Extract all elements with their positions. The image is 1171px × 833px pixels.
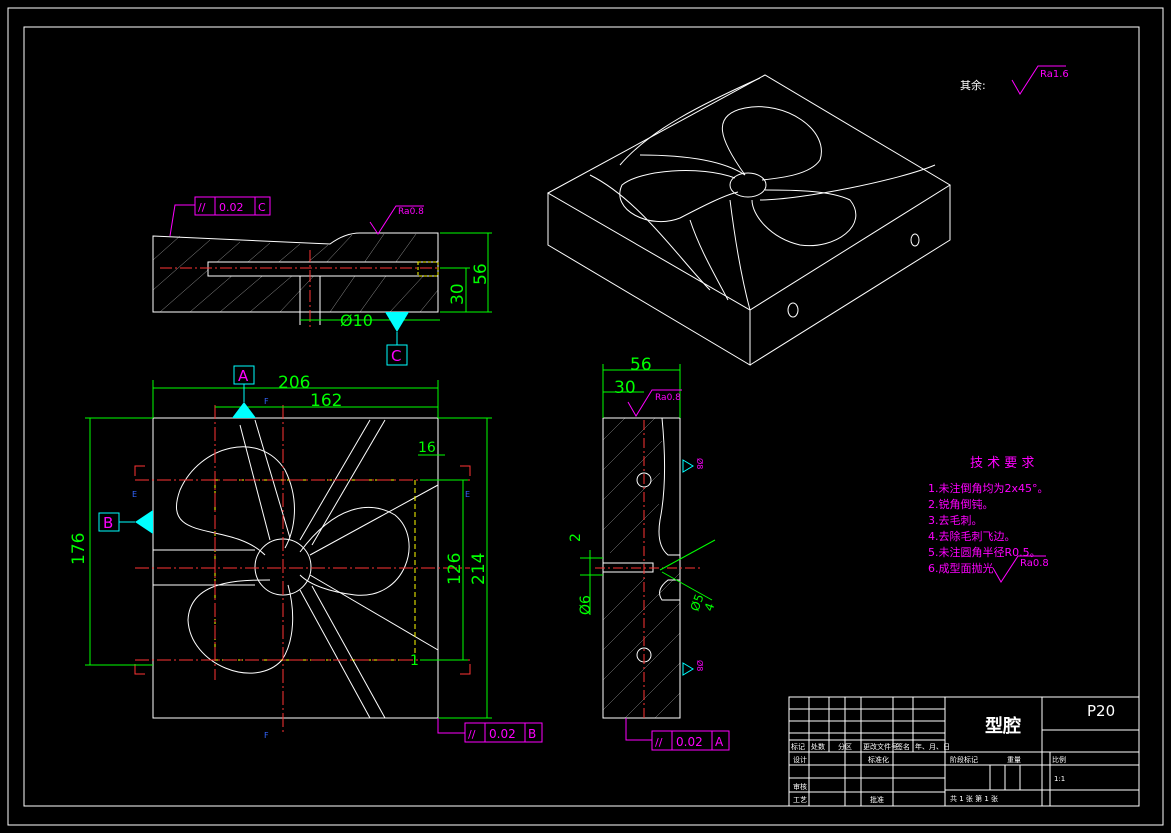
top-tol-value: 0.02 [219,201,244,214]
section-e-right: E [465,490,470,499]
front-datum-b: B [103,514,113,532]
tb-stage: 阶段标记 [950,755,978,764]
tech-item-5: 5.未注圆角半径R0.5。 [928,545,1041,559]
tech-item-1: 1.未注倒角均为2x45°。 [928,481,1049,495]
front-dim-1: 1 [410,653,419,669]
section-f-top: F [264,397,269,406]
front-dim-162: 162 [310,391,342,411]
top-datum-c: C [391,347,401,365]
inner-border [23,26,1140,807]
hdr-count: 处数 [811,742,825,751]
tech-item-4: 4.去除毛刺飞边。 [928,529,1016,543]
section-e-left: E [132,490,137,499]
hdr-sign: 签名 [896,742,910,751]
tb-review: 审核 [793,782,807,791]
front-tol-datum: B [528,727,536,741]
side-tol-value: 0.02 [676,735,703,749]
part-name: 型腔 [985,715,1021,737]
top-dim-56: 56 [471,263,491,285]
tb-scale-value: 1:1 [1054,775,1065,783]
tb-approve: 批准 [870,795,884,804]
tech-requirements: 技 术 要 求 1.未注倒角均为2x45°。 2.锐角倒钝。 3.去毛刺。 4.… [928,456,1049,583]
tech-roughness: Ra0.8 [1020,558,1049,569]
side-dim-d6: Ø6 [578,595,594,615]
front-dim-126: 126 [445,553,465,585]
side-view: 56 30 2 Ø6 Ø5 4 Ø8 Ø8 Ra0.8 // 0.02 A [568,355,730,751]
front-tol-symbol: // [468,728,476,741]
tech-title: 技 术 要 求 [970,456,1034,471]
roughness-default-value: Ra1.6 [1040,69,1069,80]
top-view: // 0.02 C Ra0.8 30 56 Ø10 C [152,196,492,366]
side-dim-56: 56 [630,355,652,375]
side-tol-symbol: // [655,736,663,749]
outer-border [7,7,1164,826]
tech-item-3: 3.去毛刺。 [928,514,983,527]
tb-process: 工艺 [793,796,807,804]
material: P20 [1087,702,1115,720]
front-datum-a: A [238,367,249,385]
default-roughness: 其余: Ra1.6 [960,65,1069,95]
top-dim-30: 30 [448,283,468,305]
top-dim-dia10: Ø10 [340,311,373,330]
top-tol-symbol: // [198,201,206,214]
tb-design: 设计 [793,755,807,764]
title-block: 型腔 P20 标记 处数 分区 更改文件号 签名 年、月、日 设计 标准化 阶段… [788,696,1140,807]
front-dim-214: 214 [469,553,489,585]
tb-standardize: 标准化 [868,755,889,764]
tb-sheets: 共 1 张 第 1 张 [950,794,998,803]
tech-item-6: 6.成型面抛光 [928,561,994,575]
hdr-zone: 分区 [838,742,852,751]
hdr-mark: 标记 [791,742,805,751]
isometric-view [546,74,951,366]
section-f-bottom: F [264,731,269,740]
side-dim-d8b: Ø8 [695,660,705,671]
side-dim-30: 30 [614,378,636,398]
side-dim-4: 4 [702,601,718,613]
hdr-change: 更改文件号 [863,742,898,751]
tb-weight: 重量 [1007,756,1021,764]
roughness-top: Ra0.8 [398,207,424,217]
tech-item-2: 2.锐角倒钝。 [928,497,994,511]
front-tol-value: 0.02 [489,727,516,741]
top-tol-datum: C [258,201,266,214]
side-dim-d8a: Ø8 [695,458,705,469]
front-dim-206: 206 [278,373,310,393]
tb-scale-label: 比例 [1052,755,1066,764]
cad-drawing-sheet: 其余: Ra1.6 // 0.02 C Ra0.8 30 56 Ø10 C E … [7,7,1164,826]
front-dim-16: 16 [418,440,436,456]
front-dim-176: 176 [69,533,89,565]
roughness-default-label: 其余: [960,78,986,92]
side-roughness: Ra0.8 [655,393,681,403]
hdr-date: 年、月、日 [915,742,950,751]
side-dim-2: 2 [568,533,584,542]
front-view: E E F F 206 162 176 126 214 16 1 A B // … [69,365,543,743]
side-tol-datum: A [715,735,724,749]
